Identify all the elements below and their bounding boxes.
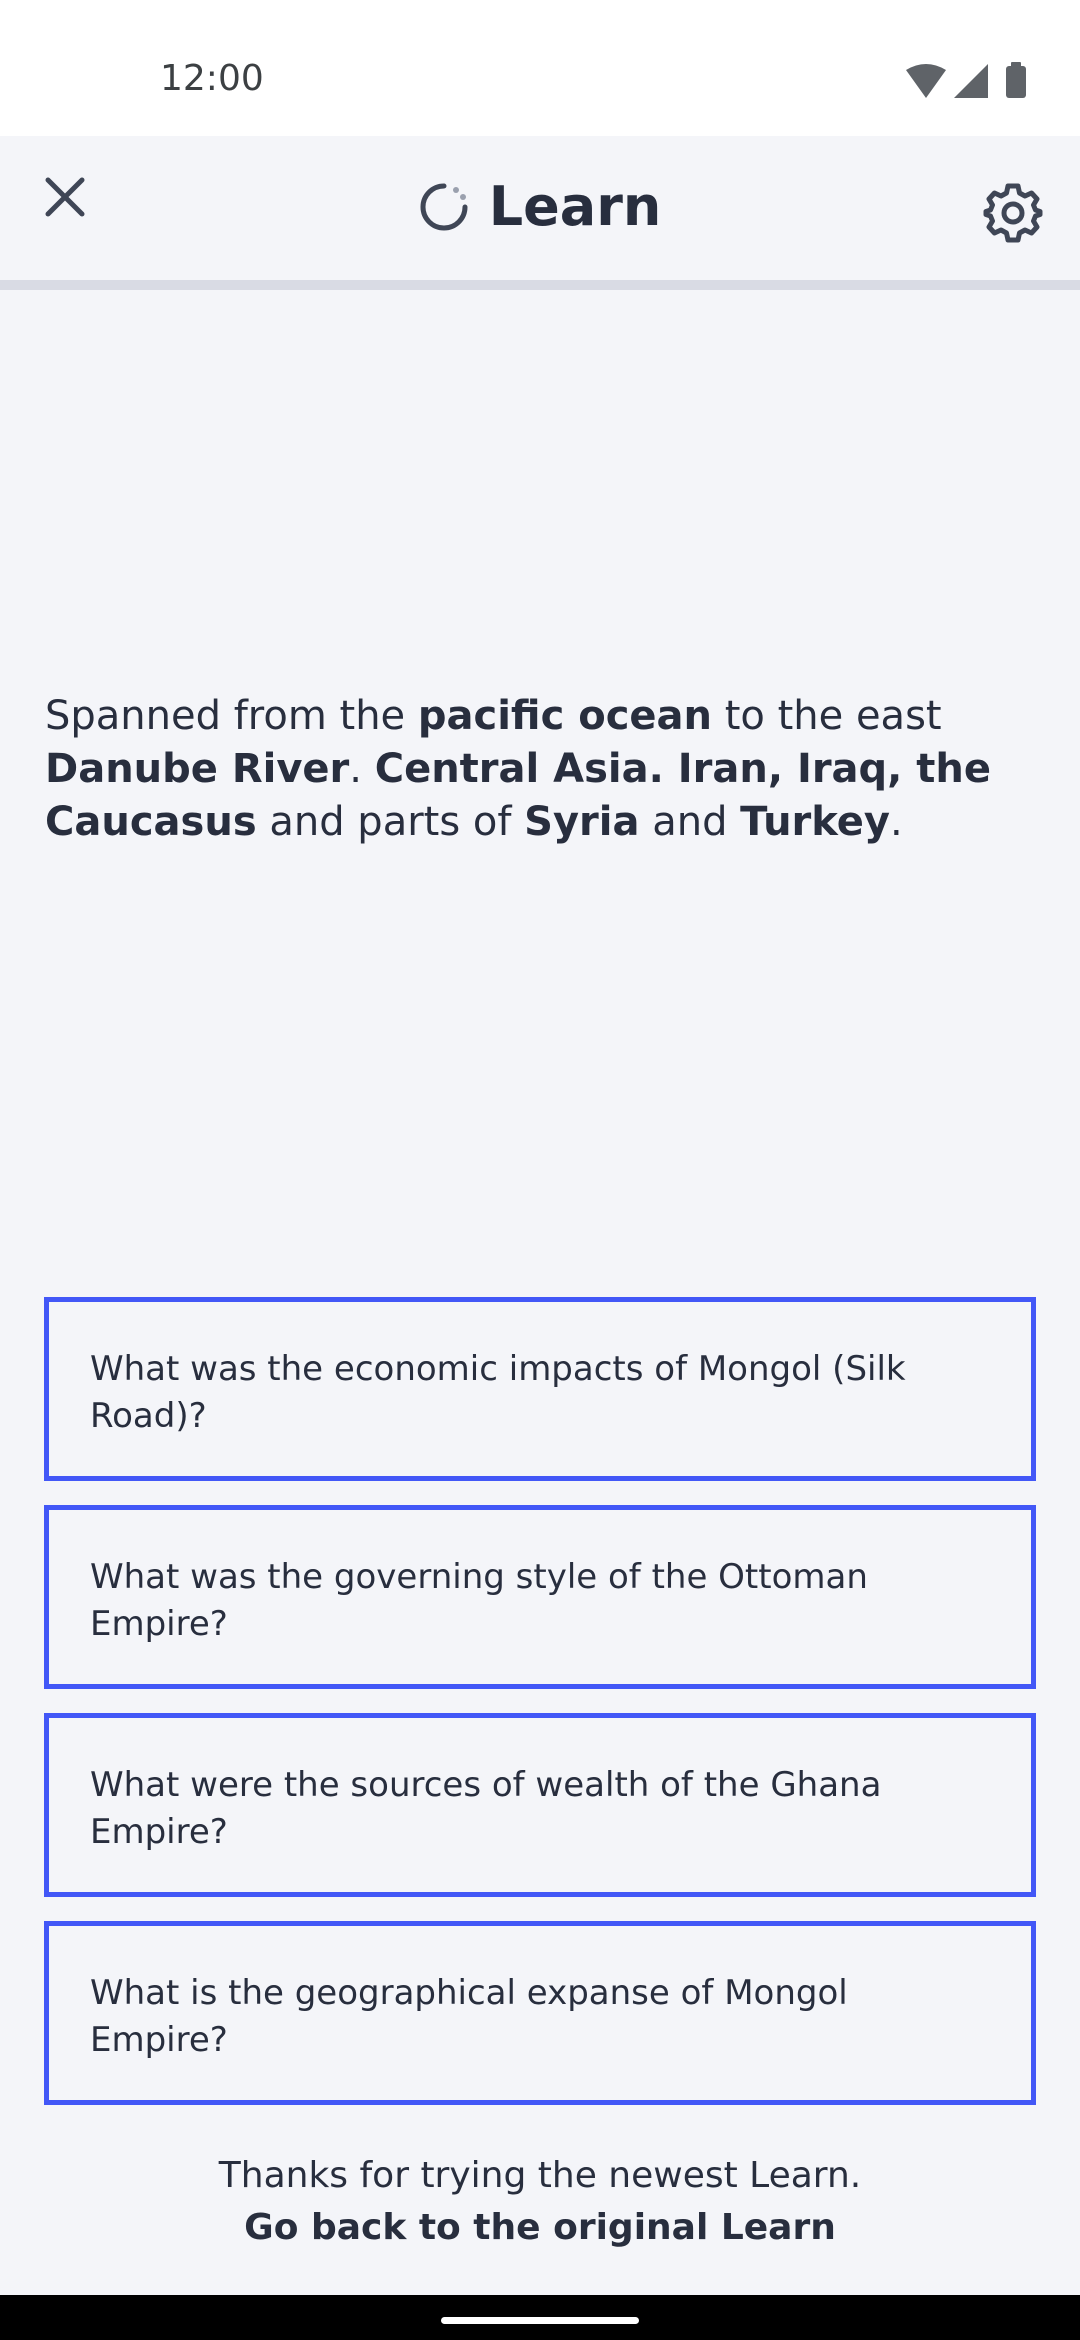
answer-option-2[interactable]: What was the governing style of the Otto… — [44, 1505, 1036, 1689]
progress-ring-icon — [420, 183, 468, 231]
prompt-segment-bold: Turkey — [740, 799, 890, 845]
answer-option-label: What was the governing style of the Otto… — [90, 1557, 868, 1644]
answer-option-3[interactable]: What were the sources of wealth of the G… — [44, 1713, 1036, 1897]
answer-option-4[interactable]: What is the geographical expanse of Mong… — [44, 1921, 1036, 2105]
status-bar: 12:00 — [0, 0, 1080, 136]
prompt-segment: to the east — [712, 693, 942, 739]
prompt-text: Spanned from the pacific ocean to the ea… — [45, 690, 1035, 849]
answer-option-label: What is the geographical expanse of Mong… — [90, 1973, 848, 2060]
answer-option-label: What were the sources of wealth of the G… — [90, 1765, 882, 1852]
header-title-group: Learn — [0, 180, 1080, 234]
original-learn-link[interactable]: Go back to the original Learn — [0, 2207, 1080, 2248]
gear-icon — [983, 183, 1043, 243]
settings-button[interactable] — [982, 182, 1044, 244]
prompt-segment: and — [639, 799, 741, 845]
status-time: 12:00 — [160, 58, 264, 99]
home-indicator[interactable] — [441, 2317, 639, 2324]
prompt-segment-bold: Danube River — [45, 746, 350, 792]
prompt-segment-bold: Syria — [524, 799, 640, 845]
header-divider — [0, 280, 1080, 290]
status-icons — [906, 62, 1026, 98]
answer-option-label: What was the economic impacts of Mongol … — [90, 1349, 906, 1436]
answer-option-1[interactable]: What was the economic impacts of Mongol … — [44, 1297, 1036, 1481]
wifi-icon — [906, 64, 946, 98]
prompt-segment: . — [890, 799, 903, 845]
cellular-signal-icon — [954, 64, 988, 98]
prompt-segment: . — [349, 746, 375, 792]
prompt-segment: Spanned from the — [45, 693, 418, 739]
page-title: Learn — [488, 175, 662, 238]
footer-message: Thanks for trying the newest Learn. — [218, 2155, 862, 2196]
battery-icon — [1006, 66, 1026, 98]
prompt-segment: and parts of — [256, 799, 525, 845]
prompt-segment-bold: pacific ocean — [417, 693, 712, 739]
